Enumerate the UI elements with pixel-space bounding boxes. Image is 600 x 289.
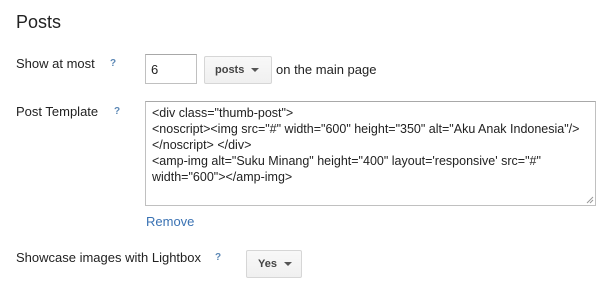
chevron-down-icon xyxy=(283,262,292,266)
help-icon[interactable]: ? xyxy=(106,57,120,71)
resize-handle-icon[interactable] xyxy=(586,196,594,204)
posts-unit-dropdown[interactable]: posts xyxy=(204,56,272,84)
remove-template-link[interactable]: Remove xyxy=(146,214,194,229)
posts-settings-panel: Posts Show at most ? posts on the main p… xyxy=(0,0,600,289)
help-icon[interactable]: ? xyxy=(211,251,225,265)
lightbox-label: Showcase images with Lightbox xyxy=(16,250,201,265)
posts-count-input[interactable] xyxy=(145,54,197,84)
posts-unit-selected: posts xyxy=(215,64,245,76)
show-at-most-label: Show at most xyxy=(16,56,95,71)
chevron-down-icon xyxy=(251,68,260,72)
post-template-textarea[interactable]: <div class="thumb-post"> <noscript><img … xyxy=(145,101,596,206)
lightbox-dropdown[interactable]: Yes xyxy=(246,250,302,278)
post-template-label: Post Template xyxy=(16,104,99,119)
section-title: Posts xyxy=(16,12,62,32)
help-icon[interactable]: ? xyxy=(110,105,124,119)
lightbox-selected: Yes xyxy=(258,258,277,270)
main-page-suffix: on the main page xyxy=(276,62,377,77)
